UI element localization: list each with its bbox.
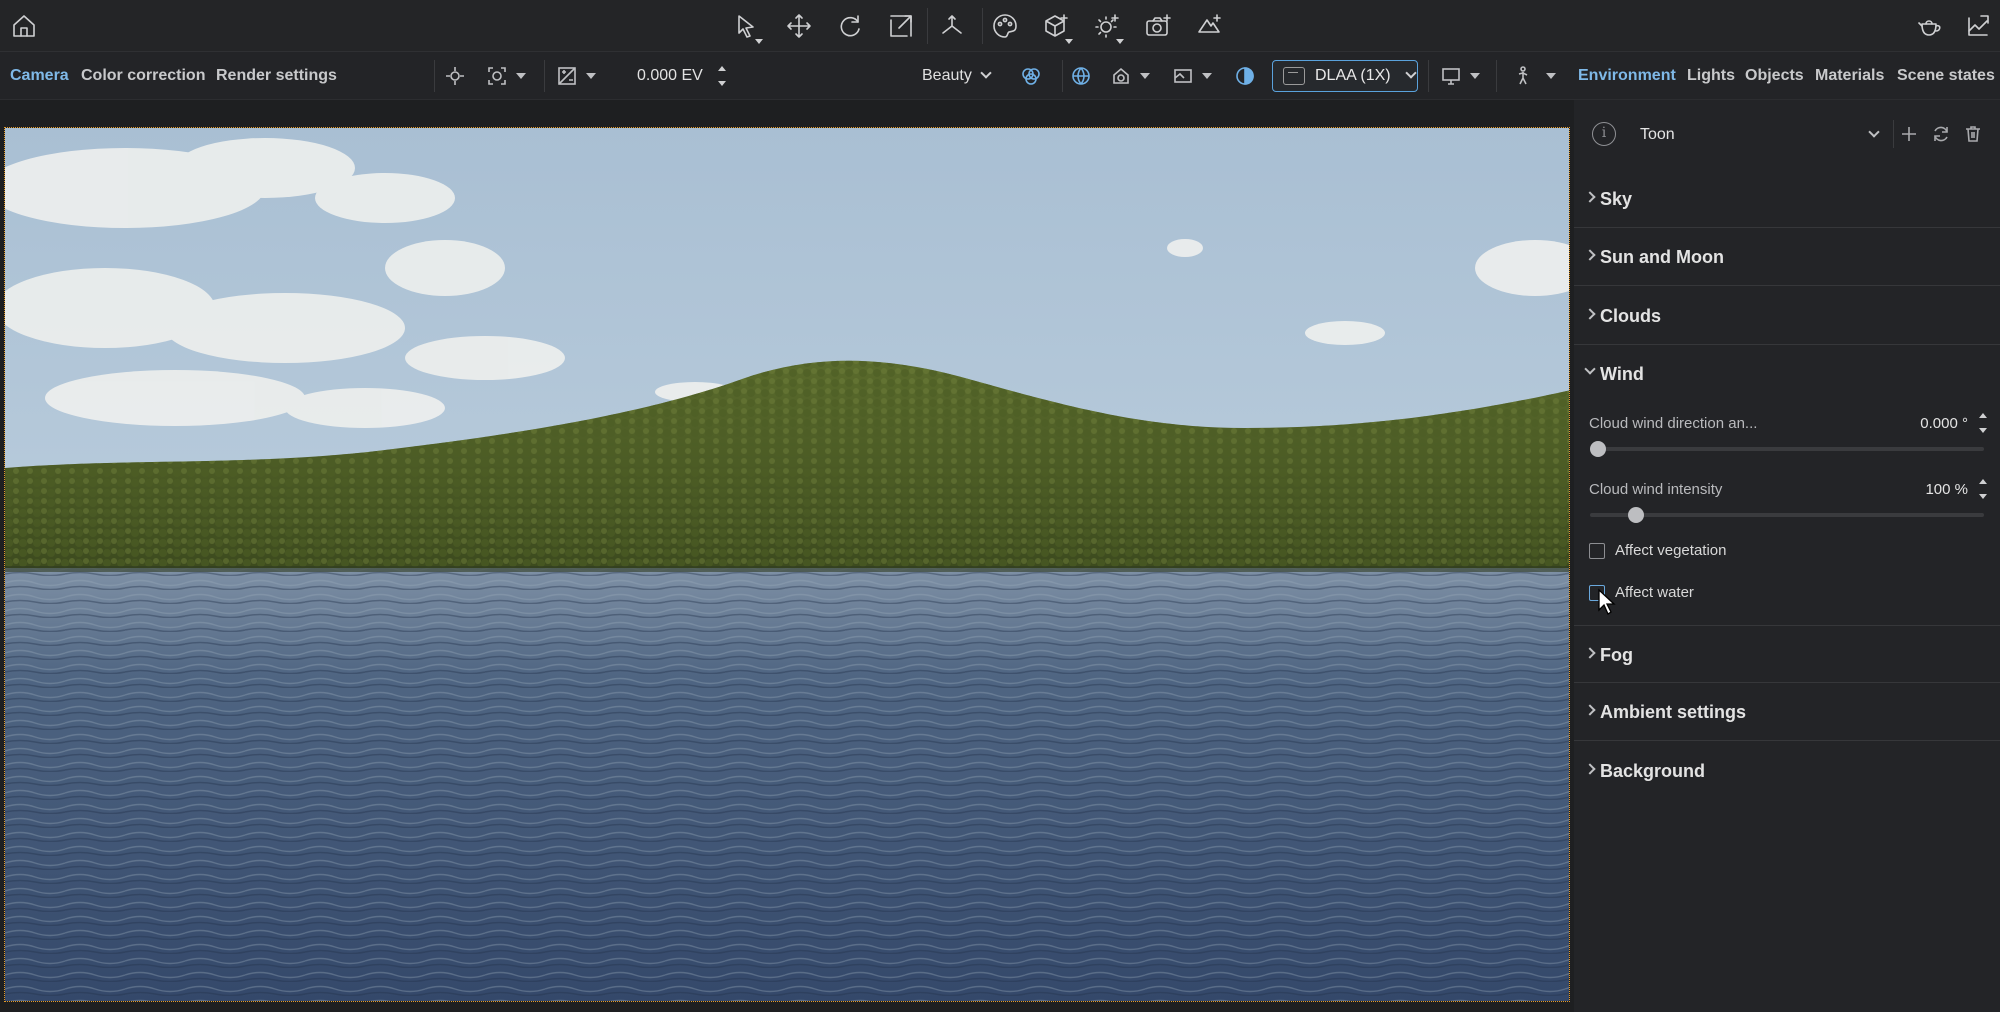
render-mode-value: Beauty [922, 67, 972, 84]
section-title: Background [1600, 761, 1706, 781]
section-ambient-settings[interactable]: Ambient settings [1574, 683, 2000, 741]
mouse-cursor-icon [1598, 588, 1616, 615]
refresh-icon[interactable] [1929, 122, 1953, 146]
section-background[interactable]: Background [1574, 742, 2000, 800]
section-title: Clouds [1600, 306, 1661, 326]
delete-icon[interactable] [1961, 122, 1985, 146]
add-preset-icon[interactable] [1897, 122, 1921, 146]
transform-icon[interactable] [932, 8, 972, 44]
add-object-icon[interactable] [1036, 8, 1076, 44]
cloud-wind-direction-slider[interactable] [1590, 441, 1984, 457]
exposure-stepper[interactable] [717, 66, 727, 86]
section-title: Sun and Moon [1600, 247, 1724, 267]
tab-lights[interactable]: Lights [1687, 52, 1735, 100]
add-tree-icon[interactable] [1189, 8, 1229, 44]
chevron-right-icon [1584, 763, 1596, 775]
display-dropdown[interactable] [1440, 62, 1480, 90]
affect-vegetation-label: Affect vegetation [1615, 542, 1727, 559]
section-fog[interactable]: Fog [1574, 625, 2000, 683]
top-toolbar [0, 0, 2000, 52]
add-camera-icon[interactable] [1138, 8, 1178, 44]
exposure-icon [558, 67, 576, 85]
cloud-wind-direction-stepper[interactable] [1978, 413, 1988, 433]
chevron-right-icon [1584, 308, 1596, 320]
nvidia-icon [1283, 67, 1305, 85]
chevron-down-icon [1584, 363, 1596, 375]
affect-vegetation-checkbox[interactable] [1589, 543, 1605, 559]
tab-objects[interactable]: Objects [1745, 52, 1804, 100]
environment-preset-dropdown[interactable]: Toon [1640, 122, 1675, 148]
cloud-wind-intensity-stepper[interactable] [1978, 479, 1988, 499]
tab-camera[interactable]: Camera [10, 52, 69, 100]
display-icon [1442, 68, 1460, 85]
render-mode-dropdown[interactable]: Beauty [922, 52, 992, 100]
section-clouds[interactable]: Clouds [1574, 287, 2000, 345]
image-edit-icon[interactable] [1958, 8, 1998, 44]
section-title: Ambient settings [1600, 702, 1747, 722]
section-title: Fog [1600, 645, 1633, 665]
affect-water-label: Affect water [1615, 584, 1694, 601]
walk-mode-dropdown[interactable] [1512, 62, 1556, 90]
section-wind[interactable]: Wind [1574, 345, 2000, 403]
rotate-icon[interactable] [830, 8, 870, 44]
lighting-dropdown[interactable] [1110, 62, 1150, 90]
slider-handle[interactable] [1590, 441, 1606, 457]
tab-scene-states[interactable]: Scene states [1897, 52, 1995, 100]
chevron-down-icon [980, 67, 992, 79]
info-icon[interactable]: i [1592, 122, 1616, 146]
scale-icon[interactable] [881, 8, 921, 44]
chevron-right-icon [1584, 704, 1596, 716]
tab-materials[interactable]: Materials [1815, 52, 1884, 100]
exposure-mode-dropdown[interactable] [556, 62, 596, 90]
antialiasing-value: DLAA (1X) [1315, 67, 1391, 84]
add-light-icon[interactable] [1087, 8, 1127, 44]
environment-view-icon[interactable] [1070, 62, 1092, 90]
camera-target-icon [488, 67, 506, 85]
teapot-icon[interactable] [1910, 8, 1950, 44]
tab-environment[interactable]: Environment [1578, 52, 1676, 100]
exposure-value[interactable]: 0.000 EV [637, 52, 703, 100]
chevron-right-icon [1584, 191, 1596, 203]
tab-color-correction[interactable]: Color correction [81, 52, 205, 100]
contrast-icon[interactable] [1234, 62, 1256, 90]
chevron-right-icon [1584, 249, 1596, 261]
slider-handle[interactable] [1627, 507, 1644, 523]
cloud-wind-intensity-slider[interactable] [1590, 507, 1984, 523]
cloud-wind-direction-label: Cloud wind direction an... [1589, 415, 1758, 432]
chevron-down-icon [1404, 67, 1417, 79]
section-sun-and-moon[interactable]: Sun and Moon [1574, 228, 2000, 286]
chevron-right-icon [1584, 647, 1596, 659]
home-icon[interactable] [4, 8, 44, 44]
person-icon [1518, 66, 1528, 85]
section-title: Wind [1600, 364, 1644, 384]
render-viewport[interactable] [4, 127, 1570, 1002]
tab-render-settings[interactable]: Render settings [216, 52, 337, 100]
antialiasing-dropdown[interactable]: DLAA (1X) [1272, 60, 1418, 92]
camera-target-dropdown[interactable] [486, 62, 526, 90]
color-channels-icon[interactable] [1020, 62, 1042, 90]
section-sky[interactable]: Sky [1574, 170, 2000, 228]
scene-render [5, 128, 1569, 1001]
cloud-wind-direction-value[interactable]: 0.000 ° [1880, 415, 1968, 432]
frame-icon [1174, 69, 1192, 83]
section-title: Sky [1600, 189, 1633, 209]
select-icon[interactable] [726, 8, 766, 44]
move-icon[interactable] [779, 8, 819, 44]
frame-dropdown[interactable] [1172, 62, 1212, 90]
palette-icon[interactable] [985, 8, 1025, 44]
lighting-icon [1113, 67, 1129, 84]
cloud-wind-intensity-label: Cloud wind intensity [1589, 481, 1723, 498]
focus-icon[interactable] [444, 62, 466, 90]
cloud-wind-intensity-value[interactable]: 100 % [1880, 481, 1968, 498]
